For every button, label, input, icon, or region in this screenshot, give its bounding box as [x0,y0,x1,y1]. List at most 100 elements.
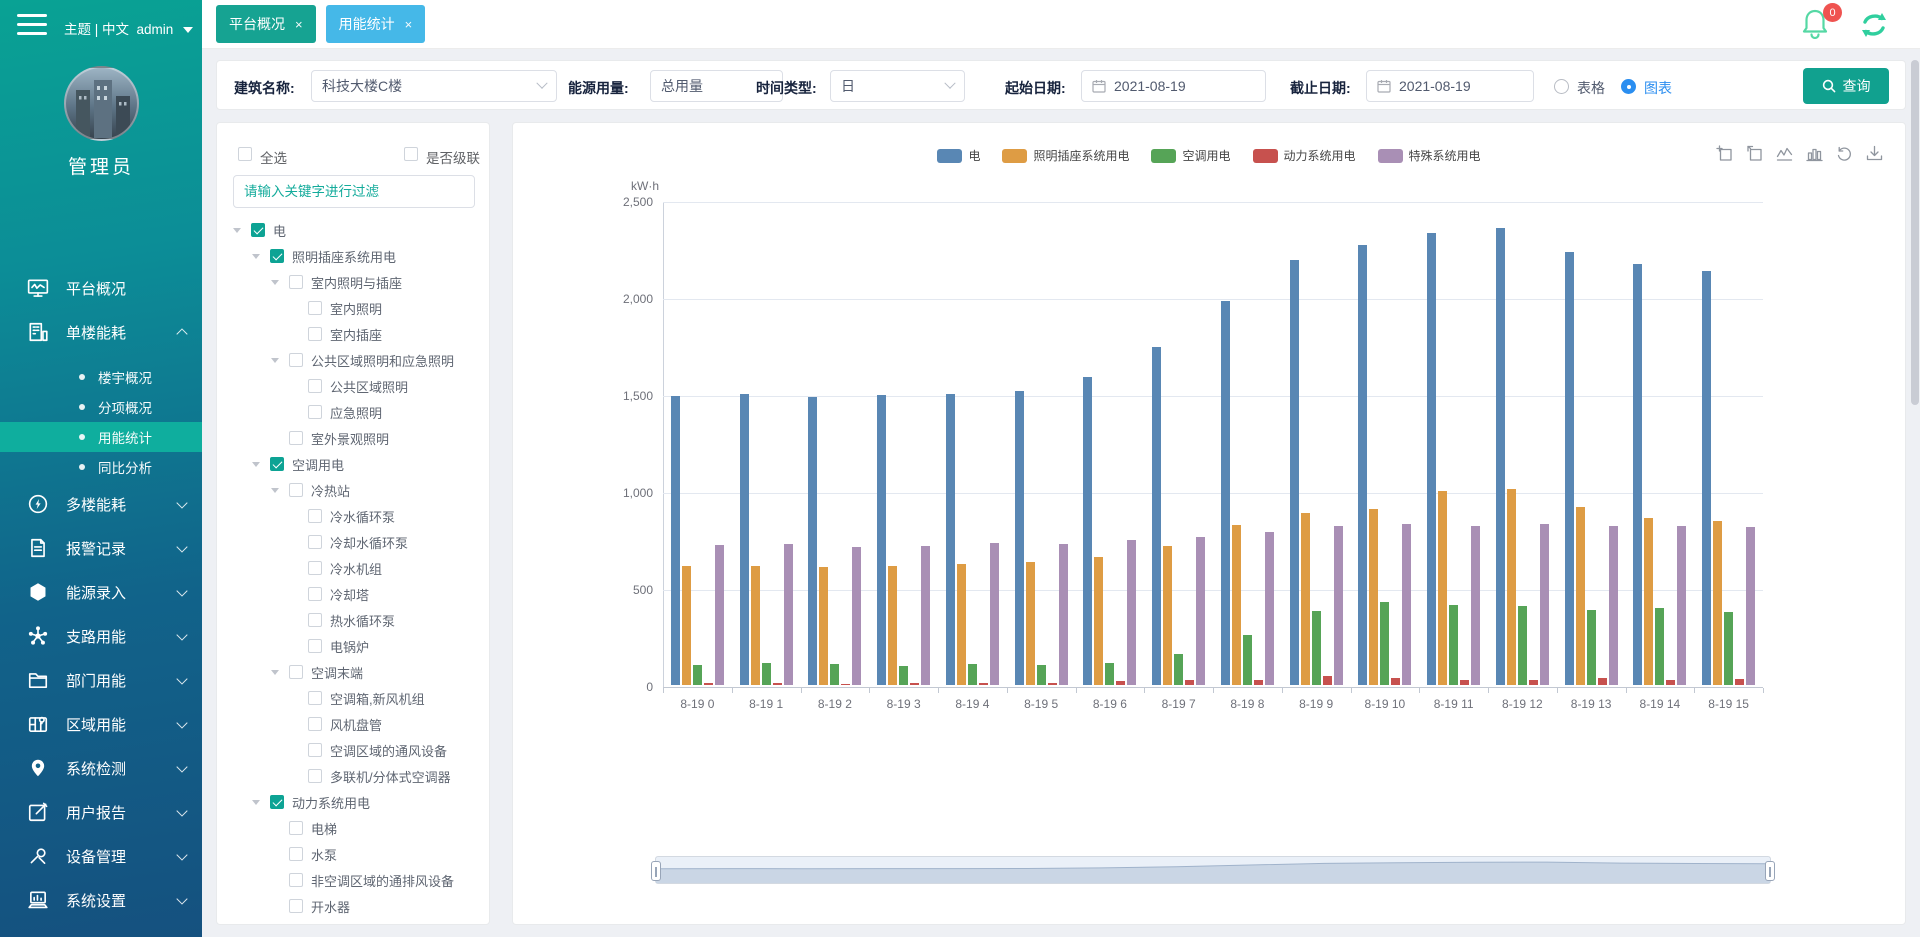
bar-电[interactable] [808,397,817,685]
bar-动力系统用电[interactable] [1666,680,1675,685]
bar-电[interactable] [877,395,886,685]
bar-电[interactable] [1633,264,1642,685]
bar-动力系统用电[interactable] [1323,676,1332,685]
tree-node-checkbox[interactable] [270,249,284,263]
bar-照明插座系统用电[interactable] [1438,491,1447,685]
tree-node-checkbox[interactable] [251,223,265,237]
bar-照明插座系统用电[interactable] [1301,513,1310,685]
tree-node-空调区域的通风设备[interactable]: 空调区域的通风设备 [217,737,489,763]
download-icon[interactable] [1866,145,1883,162]
legend-item-动力系统用电[interactable]: 动力系统用电 [1253,147,1356,164]
sidebar-item-用户报告[interactable]: 用户报告 [0,790,202,834]
bar-电[interactable] [1565,252,1574,685]
tree-node-空调箱,新风机组[interactable]: 空调箱,新风机组 [217,685,489,711]
datazoom-right-handle[interactable] [1765,861,1775,881]
tree-node-checkbox[interactable] [308,327,322,341]
bar-电[interactable] [740,394,749,685]
tree-expand-arrow-icon[interactable] [271,358,289,363]
tree-node-空调末端[interactable]: 空调末端 [217,659,489,685]
chart-view-label[interactable]: 图表 [1644,78,1672,98]
tab-平台概况[interactable]: 平台概况× [216,5,316,43]
bar-电[interactable] [1427,233,1436,685]
tree-node-checkbox[interactable] [308,379,322,393]
bar-电[interactable] [1015,391,1024,685]
building-select[interactable]: 科技大楼C楼 [311,70,557,102]
legend-item-电[interactable]: 电 [937,147,980,164]
tree-node-checkbox[interactable] [289,275,303,289]
table-view-label[interactable]: 表格 [1577,78,1605,98]
bar-电[interactable] [671,396,680,685]
bar-照明插座系统用电[interactable] [1369,509,1378,685]
theme-language-label[interactable]: 主题 | 中文 [64,22,129,37]
tree-node-checkbox[interactable] [308,613,322,627]
hamburger-menu-icon[interactable] [17,14,47,35]
bar-电[interactable] [1358,245,1367,685]
bar-电[interactable] [946,394,955,685]
zoom-reset-icon[interactable] [1746,145,1763,162]
close-icon[interactable]: × [405,17,413,32]
bar-照明插座系统用电[interactable] [1232,525,1241,685]
tree-node-checkbox[interactable] [308,535,322,549]
tree-node-室内照明与插座[interactable]: 室内照明与插座 [217,269,489,295]
tree-node-公共区域照明和应急照明[interactable]: 公共区域照明和应急照明 [217,347,489,373]
tree-node-电锅炉[interactable]: 电锅炉 [217,633,489,659]
sidebar-subitem-用能统计[interactable]: 用能统计 [0,422,202,452]
tree-node-checkbox[interactable] [289,483,303,497]
bar-空调用电[interactable] [1037,665,1046,685]
tree-node-checkbox[interactable] [308,405,322,419]
line-chart-icon[interactable] [1776,145,1793,162]
bar-照明插座系统用电[interactable] [888,566,897,685]
user-menu[interactable]: 主题 | 中文 admin [64,18,193,38]
bar-特殊系统用电[interactable] [1334,526,1343,685]
tree-node-checkbox[interactable] [289,899,303,913]
bar-特殊系统用电[interactable] [1402,524,1411,685]
close-icon[interactable]: × [295,17,303,32]
tree-node-checkbox[interactable] [289,873,303,887]
bar-电[interactable] [1221,301,1230,685]
sidebar-item-支路用能[interactable]: 支路用能 [0,614,202,658]
select-all-checkbox[interactable] [238,147,252,161]
bar-动力系统用电[interactable] [910,683,919,685]
tree-expand-arrow-icon[interactable] [252,254,270,259]
cascade-label[interactable]: 是否级联 [426,147,480,167]
tree-expand-arrow-icon[interactable] [252,462,270,467]
cascade-checkbox[interactable] [404,147,418,161]
bar-特殊系统用电[interactable] [1746,527,1755,685]
tree-node-checkbox[interactable] [289,353,303,367]
tree-node-非空调区域的通排风设备[interactable]: 非空调区域的通排风设备 [217,867,489,893]
bar-空调用电[interactable] [1724,612,1733,685]
bar-动力系统用电[interactable] [773,683,782,685]
bar-空调用电[interactable] [1174,654,1183,685]
bar-动力系统用电[interactable] [1185,680,1194,685]
bar-动力系统用电[interactable] [1254,680,1263,685]
tree-node-开水器[interactable]: 开水器 [217,893,489,919]
bar-照明插座系统用电[interactable] [1713,521,1722,685]
bar-动力系统用电[interactable] [1529,680,1538,685]
sidebar-item-能源录入[interactable]: 能源录入 [0,570,202,614]
bar-空调用电[interactable] [899,666,908,685]
tab-用能统计[interactable]: 用能统计× [326,5,426,43]
tree-node-室内插座[interactable]: 室内插座 [217,321,489,347]
bar-照明插座系统用电[interactable] [1576,507,1585,685]
bar-空调用电[interactable] [1655,608,1664,685]
sidebar-item-部门用能[interactable]: 部门用能 [0,658,202,702]
tree-node-checkbox[interactable] [289,431,303,445]
select-all-label[interactable]: 全选 [260,147,287,167]
bar-照明插座系统用电[interactable] [1026,562,1035,685]
datazoom-slider[interactable] [655,856,1771,884]
bar-空调用电[interactable] [693,665,702,685]
table-view-radio[interactable] [1554,79,1569,94]
sidebar-subitem-楼宇概况[interactable]: 楼宇概况 [0,362,202,392]
bar-电[interactable] [1152,347,1161,685]
tree-expand-arrow-icon[interactable] [271,488,289,493]
tree-node-checkbox[interactable] [308,717,322,731]
sidebar-item-系统设置[interactable]: 系统设置 [0,878,202,922]
bar-动力系统用电[interactable] [1116,681,1125,685]
bar-动力系统用电[interactable] [1735,679,1744,685]
tree-node-冷水机组[interactable]: 冷水机组 [217,555,489,581]
sidebar-item-区域用能[interactable]: 区域用能 [0,702,202,746]
sidebar-item-设备管理[interactable]: 设备管理 [0,834,202,878]
tree-node-checkbox[interactable] [308,561,322,575]
bar-动力系统用电[interactable] [1391,678,1400,685]
tree-node-checkbox[interactable] [308,691,322,705]
